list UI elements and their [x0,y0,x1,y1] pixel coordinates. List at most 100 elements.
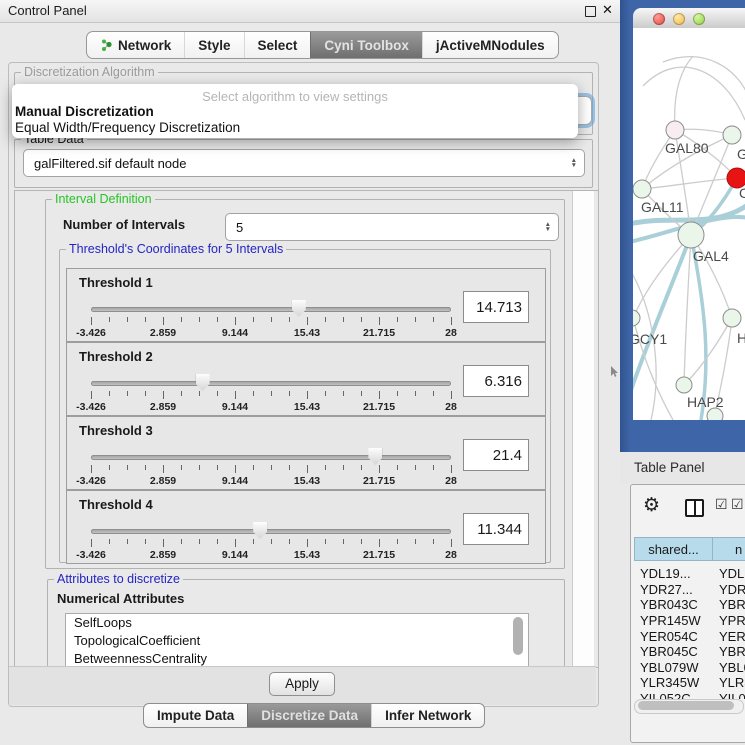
network-node-gal11[interactable] [633,180,651,198]
table-row[interactable]: YIL052CYIL0 [634,691,745,699]
tab-style[interactable]: Style [184,32,243,58]
threshold-value-field[interactable]: 21.4 [463,439,529,471]
table-row[interactable]: YLR345WYLR3 [634,675,745,691]
slider-track[interactable] [91,529,451,534]
slider-thumb[interactable] [292,300,306,317]
table-data-value: galFiltered.sif default node [24,156,571,171]
table-hscrollbar-thumb[interactable] [638,701,734,710]
minor-tick [325,465,326,470]
network-edge [684,318,732,385]
tab-select[interactable]: Select [244,32,311,58]
network-node-gal80[interactable] [666,121,684,139]
table-row[interactable]: YBR045CYBR0 [634,644,745,660]
apply-button[interactable]: Apply [269,672,335,696]
column-header-shared-name[interactable]: shared... [634,537,713,561]
minor-tick [181,465,182,470]
slider-thumb[interactable] [368,448,382,465]
table-row[interactable]: YDL19...YDL1 [634,566,745,582]
table-panel: ⚙ ☑ ☑ shared... n YDL19...YDL1YDR27...YD… [630,484,745,743]
table-row[interactable]: YBL079WYBL0 [634,660,745,676]
attribute-list-item[interactable]: TopologicalCoefficient [66,632,528,650]
major-tick [91,539,92,547]
minor-tick [217,539,218,544]
table-data-combobox[interactable]: galFiltered.sif default node ▲▼ [23,149,585,177]
cell-name: YPR1 [713,613,745,628]
network-node-label: G. [737,146,745,162]
minor-tick [415,539,416,544]
network-node-label: GAL4 [693,248,729,264]
network-node-hap2[interactable] [676,377,692,393]
combobox-spinner-icon: ▲▼ [545,222,551,232]
number-of-intervals-combobox[interactable]: 5 ▲▼ [225,213,559,241]
gear-icon[interactable]: ⚙ [643,494,660,517]
cell-shared-name: YBR043C [634,597,713,612]
slider-thumb[interactable] [196,374,210,391]
table-row[interactable]: YPR145WYPR1 [634,613,745,629]
threshold-value-field[interactable]: 6.316 [463,365,529,397]
checkbox-icon[interactable]: ☑ [731,496,744,513]
tick-label: 21.715 [357,327,401,339]
threshold-panel: Threshold 3-3.4262.8599.14415.4321.71528… [66,416,546,490]
close-traffic-light-icon[interactable] [653,13,665,25]
tick-label: -3.426 [69,401,113,413]
network-edge [642,130,675,189]
tick-label: 2.859 [141,475,185,487]
attribute-list-item[interactable]: SelfLoops [66,614,528,632]
tab-cyni-toolbox[interactable]: Cyni Toolbox [310,32,422,58]
scrollpane-scrollbar-track[interactable] [572,191,594,667]
table-row[interactable]: YER054CYER0 [634,628,745,644]
network-node-label: H [737,330,745,346]
tab-network[interactable]: Network [87,32,184,58]
threshold-panel: Threshold 2-3.4262.8599.14415.4321.71528… [66,342,546,416]
cell-shared-name: YBR045C [634,644,713,659]
major-tick [235,539,236,547]
minor-tick [325,539,326,544]
network-node-node[interactable] [707,408,723,420]
table-row[interactable]: YBR043CYBR0 [634,597,745,613]
column-layout-icon[interactable] [685,499,704,517]
algorithm-option[interactable]: Equal Width/Frequency Discretization [15,120,581,136]
slider-thumb[interactable] [253,522,267,539]
tab-jactivemnodules[interactable]: jActiveMNodules [422,32,558,58]
minor-tick [361,465,362,470]
tick-label: 2.859 [141,549,185,561]
panel-title: Control Panel [8,3,87,18]
threshold-value-field[interactable]: 14.713 [463,291,529,323]
bottom-tab-infer-network[interactable]: Infer Network [371,704,484,727]
numerical-attributes-list[interactable]: SelfLoopsTopologicalCoefficientBetweenne… [65,613,529,668]
threshold-value-field[interactable]: 11.344 [463,513,529,545]
discretization-algorithm-label: Discretization Algorithm [21,65,158,79]
close-icon[interactable]: ✕ [602,2,613,18]
minor-tick [181,391,182,396]
column-header-name[interactable]: n [712,537,745,561]
minimize-traffic-light-icon[interactable] [673,13,685,25]
algorithm-option[interactable]: Manual Discretization [15,104,581,120]
float-window-icon[interactable] [585,6,596,17]
table-row[interactable]: YDR27...YDR2 [634,582,745,598]
network-node-gcy1[interactable] [633,310,640,326]
tick-label: 9.144 [213,327,257,339]
cell-shared-name: YER054C [634,629,713,644]
major-tick [235,317,236,325]
network-node-label: GAL80 [665,140,709,156]
tick-label: 28 [429,401,473,413]
network-node-gal4[interactable] [678,222,704,248]
checkbox-icon[interactable]: ☑ [715,496,728,513]
network-node-h[interactable] [723,309,741,327]
zoom-traffic-light-icon[interactable] [693,13,705,25]
minor-tick [415,465,416,470]
interval-definition-label: Interval Definition [52,192,155,206]
list-scrollbar-thumb[interactable] [513,617,523,655]
slider-track[interactable] [91,381,451,386]
bottom-tab-discretize-data[interactable]: Discretize Data [247,704,371,727]
table-hscrollbar-track[interactable] [634,699,744,714]
network-node-g[interactable] [723,126,741,144]
slider-track[interactable] [91,307,451,312]
network-canvas[interactable]: GAL80G.CGAL11GAL4GCY1HHAP2 [633,28,745,420]
bottom-tab-impute-data[interactable]: Impute Data [144,704,247,727]
cell-shared-name: YLR345W [634,675,713,690]
tick-label: 15.43 [285,327,329,339]
minor-tick [109,539,110,544]
slider-track[interactable] [91,455,451,460]
tab-label: jActiveMNodules [436,38,545,53]
